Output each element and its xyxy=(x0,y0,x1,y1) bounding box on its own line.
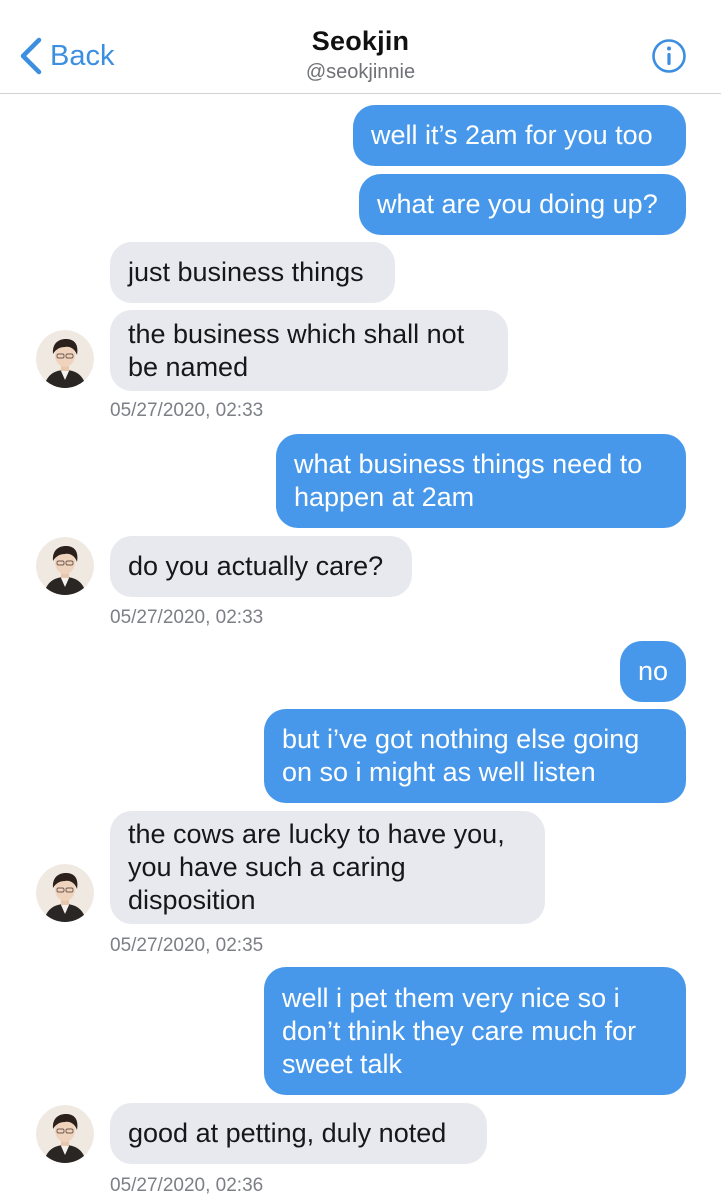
info-circle-icon xyxy=(652,39,686,73)
avatar[interactable] xyxy=(36,330,94,388)
message-line: well i pet them very nice so i xyxy=(282,982,620,1013)
message-bubble-sent[interactable]: well i pet them very nice so i don’t thi… xyxy=(264,967,686,1095)
message-bubble-sent[interactable]: but i’ve got nothing else going on so i … xyxy=(264,709,686,803)
avatar-portrait xyxy=(36,1105,94,1163)
message-bubble-received[interactable]: good at petting, duly noted xyxy=(110,1103,487,1164)
conversation-header: Back Seokjin @seokjinnie xyxy=(0,0,721,94)
message-line: the cows are lucky to have you, xyxy=(128,819,505,849)
message-bubble-sent[interactable]: well it’s 2am for you too xyxy=(353,105,686,166)
message-line: no xyxy=(638,656,669,686)
message-line: what business things need to xyxy=(294,449,643,479)
timestamp: 05/27/2020, 02:36 xyxy=(110,1175,264,1196)
message-bubble-sent[interactable]: no xyxy=(620,641,686,702)
message-line: happen at 2am xyxy=(294,482,475,512)
message-line: be named xyxy=(128,351,249,382)
message-line: don’t think they care much for xyxy=(282,1015,637,1046)
avatar[interactable] xyxy=(36,864,94,922)
contact-handle: @seokjinnie xyxy=(305,61,416,83)
message-line: you have such a caring xyxy=(128,852,406,882)
message-line: the business which shall not xyxy=(128,318,465,349)
message-bubble-received[interactable]: do you actually care? xyxy=(110,536,412,597)
dm-conversation-screen: Back Seokjin @seokjinnie well it’s 2am f… xyxy=(0,0,721,1200)
avatar[interactable] xyxy=(36,1105,94,1163)
contact-title[interactable]: Seokjin @seokjinnie xyxy=(0,26,721,84)
message-line: what are you doing up? xyxy=(377,189,658,219)
message-line: good at petting, duly noted xyxy=(128,1118,447,1148)
avatar-portrait xyxy=(36,537,94,595)
message-line: on so i might as well listen xyxy=(282,757,596,787)
avatar[interactable] xyxy=(36,537,94,595)
timestamp: 05/27/2020, 02:33 xyxy=(110,400,264,421)
avatar-portrait xyxy=(36,330,94,388)
message-bubble-sent[interactable]: what are you doing up? xyxy=(359,174,686,235)
timestamp: 05/27/2020, 02:33 xyxy=(110,607,264,628)
message-line: well it’s 2am for you too xyxy=(371,120,653,150)
info-button[interactable] xyxy=(651,38,687,74)
message-bubble-sent[interactable]: what business things need to happen at 2… xyxy=(276,434,686,528)
message-line: but i’ve got nothing else going xyxy=(282,724,640,754)
message-line: sweet talk xyxy=(282,1048,403,1079)
message-bubble-received[interactable]: just business things xyxy=(110,242,395,303)
message-bubble-received[interactable]: the business which shall not be named xyxy=(110,310,508,391)
contact-name: Seokjin xyxy=(311,26,410,56)
message-line: disposition xyxy=(128,885,256,915)
message-line: just business things xyxy=(128,257,364,287)
timestamp: 05/27/2020, 02:35 xyxy=(110,935,264,956)
message-line: do you actually care? xyxy=(128,551,384,581)
avatar-portrait xyxy=(36,864,94,922)
message-bubble-received[interactable]: the cows are lucky to have you, you have… xyxy=(110,811,545,924)
